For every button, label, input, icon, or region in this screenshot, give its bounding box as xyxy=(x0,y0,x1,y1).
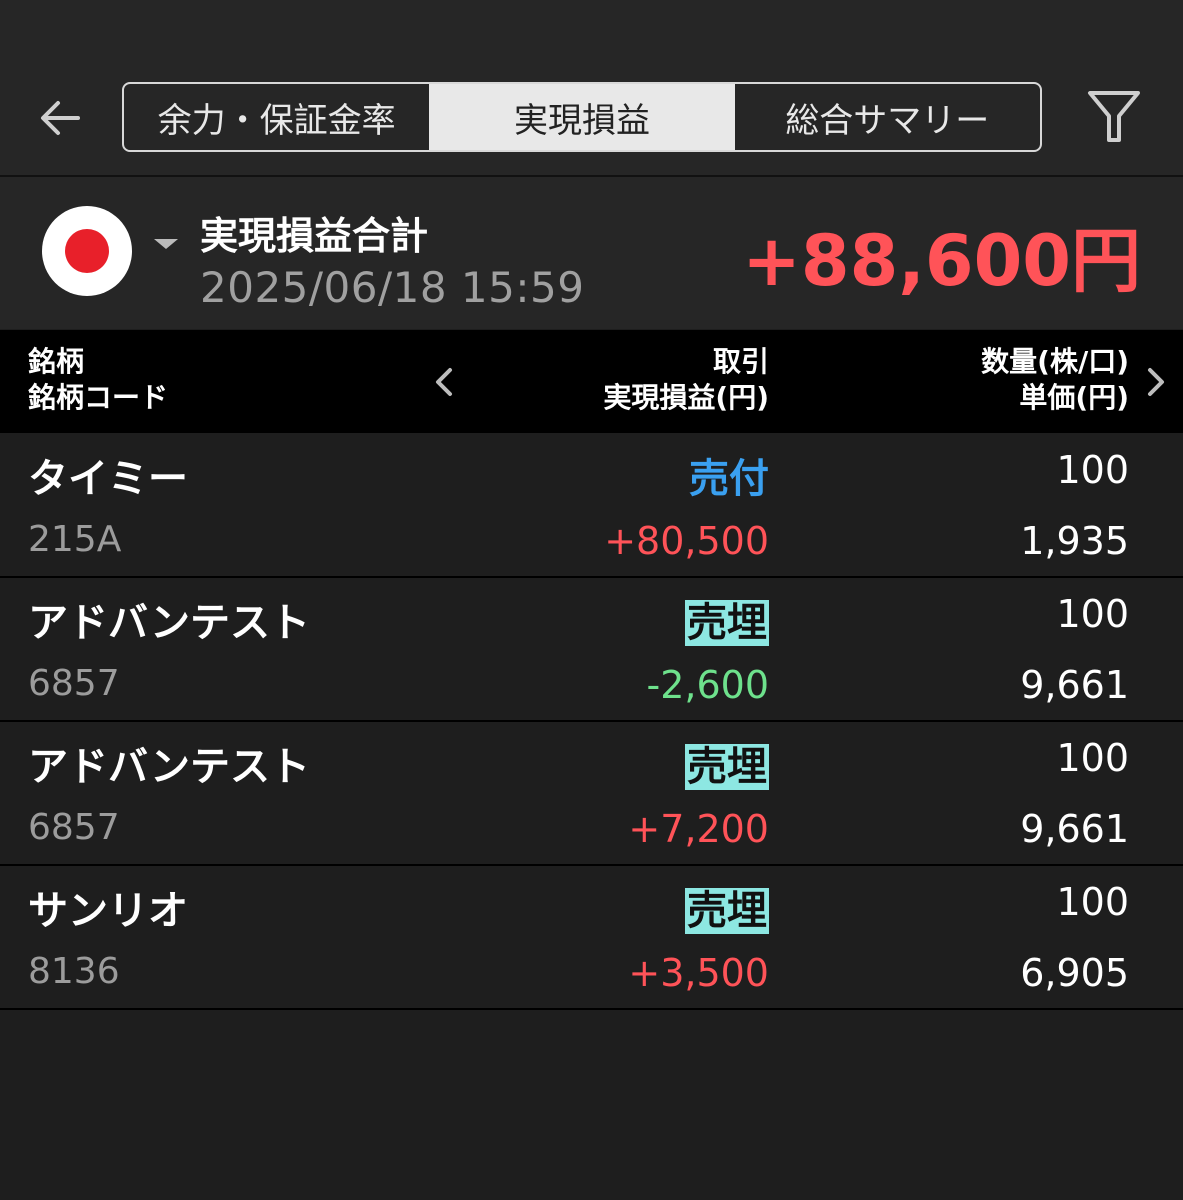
trade-type: 売埋 xyxy=(685,744,769,790)
chevron-right-icon xyxy=(1148,368,1164,396)
trade-type: 売埋 xyxy=(685,888,769,934)
quantity: 100 xyxy=(1056,880,1129,924)
tab-margin-ratio[interactable]: 余力・保証金率 xyxy=(124,84,429,150)
realized-pnl: +7,200 xyxy=(628,807,769,851)
table-row[interactable]: サンリオ 8136 売埋 +3,500 100 6,905 xyxy=(0,866,1183,1010)
next-columns-button[interactable] xyxy=(1140,364,1172,400)
quantity: 100 xyxy=(1056,592,1129,636)
unit-price: 9,661 xyxy=(1020,807,1129,851)
top-bar: 余力・保証金率 実現損益 総合サマリー xyxy=(0,0,1183,177)
tab-realized-pnl[interactable]: 実現損益 xyxy=(429,84,735,150)
segmented-tabs: 余力・保証金率 実現損益 総合サマリー xyxy=(122,82,1042,152)
back-button[interactable] xyxy=(38,95,84,141)
realized-pnl: +80,500 xyxy=(604,519,769,563)
unit-price: 6,905 xyxy=(1020,951,1129,995)
trade-type: 売付 xyxy=(689,456,769,502)
summary-title: 実現損益合計 xyxy=(200,214,429,258)
stock-name: タイミー xyxy=(28,456,188,502)
header-col-trade: 取引 実現損益(円) xyxy=(603,344,769,416)
quantity: 100 xyxy=(1056,736,1129,780)
header-col-symbol: 銘柄 銘柄コード xyxy=(28,344,168,416)
quantity: 100 xyxy=(1056,448,1129,492)
arrow-left-icon xyxy=(41,101,80,135)
unit-price: 1,935 xyxy=(1020,519,1129,563)
header-price-label: 単価(円) xyxy=(1019,381,1129,414)
summary-panel: 実現損益合計 2025/06/18 15:59 +88,600円 xyxy=(0,177,1183,329)
realized-pnl: -2,600 xyxy=(646,663,770,707)
header-code-label: 銘柄コード xyxy=(28,381,169,414)
chevron-left-icon xyxy=(436,368,452,396)
market-selector[interactable] xyxy=(42,206,132,296)
japan-flag-icon xyxy=(65,229,109,273)
table-row[interactable]: タイミー 215A 売付 +80,500 100 1,935 xyxy=(0,434,1183,578)
filter-icon xyxy=(1088,91,1140,142)
table-row[interactable]: アドバンテスト 6857 売埋 -2,600 100 9,661 xyxy=(0,578,1183,722)
filter-button[interactable] xyxy=(1086,88,1142,146)
table-header: 銘柄 銘柄コード 取引 実現損益(円) 数量(株/口) 単価(円) xyxy=(0,330,1183,433)
tab-overall-summary[interactable]: 総合サマリー xyxy=(735,84,1040,150)
unit-price: 9,661 xyxy=(1020,663,1129,707)
table-row[interactable]: アドバンテスト 6857 売埋 +7,200 100 9,661 xyxy=(0,722,1183,866)
stock-name: アドバンテスト xyxy=(28,744,310,790)
prev-columns-button[interactable] xyxy=(428,364,460,400)
stock-name: サンリオ xyxy=(28,888,188,934)
stock-code: 215A xyxy=(28,519,122,560)
stock-code: 8136 xyxy=(28,951,120,992)
stock-code: 6857 xyxy=(28,663,120,704)
stock-name: アドバンテスト xyxy=(28,600,310,646)
summary-total: +88,600円 xyxy=(742,220,1141,302)
header-symbol-label: 銘柄 xyxy=(28,345,85,378)
realized-pnl: +3,500 xyxy=(628,951,769,995)
header-col-quantity: 数量(株/口) 単価(円) xyxy=(981,344,1129,416)
stock-code: 6857 xyxy=(28,807,120,848)
header-pnl-label: 実現損益(円) xyxy=(603,381,769,414)
trade-type: 売埋 xyxy=(685,600,769,646)
header-trade-label: 取引 xyxy=(712,345,769,378)
header-quantity-label: 数量(株/口) xyxy=(981,345,1129,378)
summary-datetime: 2025/06/18 15:59 xyxy=(200,263,585,312)
caret-down-icon[interactable] xyxy=(154,239,178,249)
